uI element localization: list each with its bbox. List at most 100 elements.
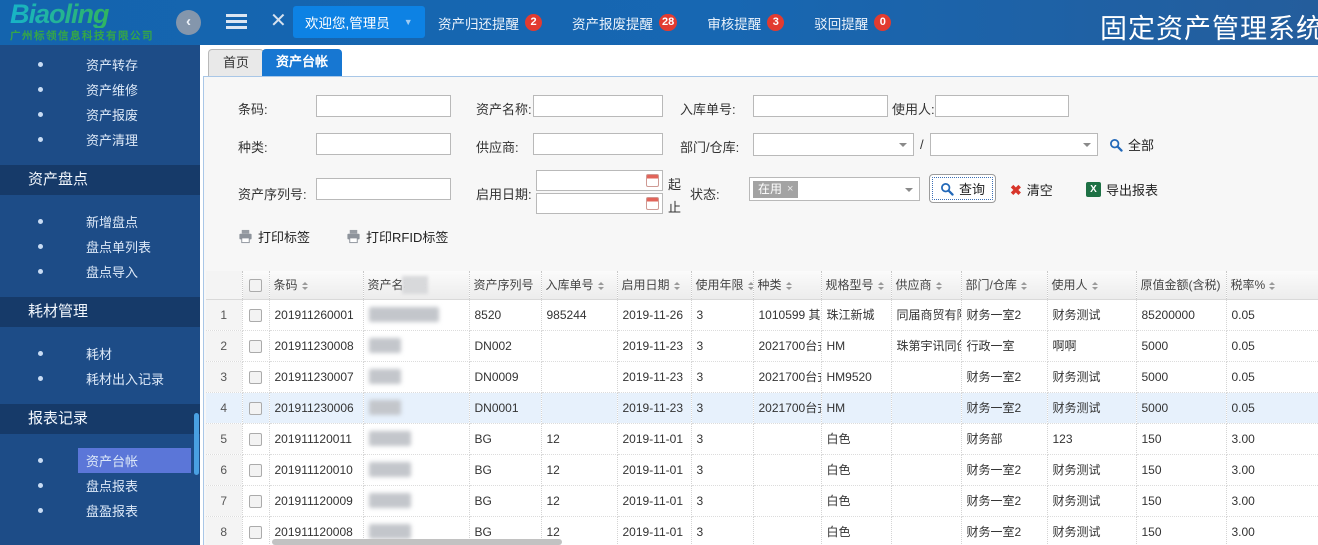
- bullet-icon: [38, 376, 43, 381]
- column-header-7[interactable]: 规格型号: [821, 271, 891, 299]
- sidebar-item-inventory-list[interactable]: 盘点单列表: [0, 234, 200, 259]
- sidebar-item-consumable[interactable]: 耗材: [0, 341, 200, 366]
- app-title: 固定资产管理系统: [1100, 7, 1318, 46]
- menu-icon[interactable]: [226, 14, 247, 32]
- bullet-icon: [38, 351, 43, 356]
- column-header-10[interactable]: 使用人: [1047, 271, 1136, 299]
- status-tag-label: 在用: [758, 181, 782, 198]
- row-checkbox[interactable]: [249, 340, 262, 353]
- column-header-2[interactable]: 资产序列号: [469, 271, 541, 299]
- row-checkbox[interactable]: [249, 495, 262, 508]
- cell-user: 财务测试: [1047, 392, 1136, 423]
- cell-amount: 5000: [1136, 392, 1226, 423]
- table-row[interactable]: 120191126000185209852442019-11-263101059…: [206, 299, 1318, 330]
- barcode-input[interactable]: [316, 95, 451, 117]
- clear-button[interactable]: ✖ 清空: [1010, 180, 1053, 199]
- row-checkbox-cell: [242, 485, 269, 516]
- table-row[interactable]: 2201911230008DN0022019-11-2332021700台式HM…: [206, 330, 1318, 361]
- column-header-8[interactable]: 供应商: [891, 271, 961, 299]
- print-label-button[interactable]: 打印标签: [238, 227, 310, 246]
- sort-icon: [1092, 279, 1098, 293]
- sidebar-scrollbar[interactable]: [194, 413, 199, 475]
- query-button[interactable]: 查询: [929, 174, 996, 203]
- column-header-6[interactable]: 种类: [753, 271, 821, 299]
- cell-tax: 3.00: [1226, 454, 1318, 485]
- column-header-5[interactable]: 使用年限: [691, 271, 753, 299]
- notification-reject[interactable]: 驳回提醒 0: [814, 13, 891, 33]
- inbound-no-input[interactable]: [753, 95, 888, 117]
- tab-home[interactable]: 首页: [208, 49, 264, 76]
- column-header-11[interactable]: 原值金额(含税): [1136, 271, 1226, 299]
- column-header-9[interactable]: 部门/仓库: [961, 271, 1047, 299]
- sidebar-item-asset-scrap[interactable]: 资产报废: [0, 102, 200, 127]
- supplier-label: 供应商:: [476, 137, 519, 156]
- print-rfid-button[interactable]: 打印RFID标签: [346, 227, 448, 246]
- cell-category: 2021700台式: [753, 392, 821, 423]
- sidebar-section-reports[interactable]: 报表记录: [0, 404, 200, 434]
- supplier-input[interactable]: [533, 133, 663, 155]
- row-checkbox[interactable]: [249, 371, 262, 384]
- horizontal-scrollbar[interactable]: [272, 539, 562, 545]
- welcome-dropdown[interactable]: 欢迎您,管理员 ▼: [293, 6, 425, 38]
- row-checkbox-cell: [242, 299, 269, 330]
- close-icon[interactable]: ✕: [270, 8, 287, 33]
- row-checkbox[interactable]: [249, 402, 262, 415]
- column-header-4[interactable]: 启用日期: [617, 271, 691, 299]
- cell-category: 2021700台式: [753, 361, 821, 392]
- sidebar-item-new-inventory[interactable]: 新增盘点: [0, 209, 200, 234]
- row-number: 7: [206, 485, 242, 516]
- export-button[interactable]: X 导出报表: [1086, 180, 1158, 199]
- sidebar-item-inventory-report[interactable]: 盘点报表: [0, 473, 200, 498]
- cell-model: 白色: [821, 485, 891, 516]
- column-header-1[interactable]: 资产名称: [363, 271, 469, 299]
- table-row[interactable]: 7201911120009BG122019-11-013白色财务一室2财务测试1…: [206, 485, 1318, 516]
- export-label: 导出报表: [1106, 180, 1158, 199]
- column-header-3[interactable]: 入库单号: [541, 271, 617, 299]
- row-checkbox[interactable]: [249, 464, 262, 477]
- warehouse-select[interactable]: [930, 133, 1098, 156]
- column-header-12[interactable]: 税率%: [1226, 271, 1318, 299]
- start-date-from-input[interactable]: [536, 170, 663, 191]
- notification-audit[interactable]: 审核提醒 3: [707, 13, 784, 33]
- sidebar-item-asset-ledger[interactable]: 资产台帐: [0, 448, 200, 473]
- sidebar-item-inventory-import[interactable]: 盘点导入: [0, 259, 200, 284]
- all-search-button[interactable]: 全部: [1109, 135, 1154, 154]
- sidebar-section-consumables[interactable]: 耗材管理: [0, 297, 200, 327]
- table-row[interactable]: 3201911230007DN00092019-11-2332021700台式H…: [206, 361, 1318, 392]
- notification-asset-return[interactable]: 资产归还提醒 2: [438, 13, 542, 33]
- sidebar-item-asset-clean[interactable]: 资产清理: [0, 127, 200, 152]
- serial-input[interactable]: [316, 178, 451, 200]
- dept-warehouse-label: 部门/仓库:: [680, 137, 739, 156]
- table-row[interactable]: 5201911120011BG122019-11-013白色财务部1231503…: [206, 423, 1318, 454]
- column-header-0[interactable]: 条码: [269, 271, 363, 299]
- row-checkbox[interactable]: [249, 433, 262, 446]
- dept-select[interactable]: [753, 133, 914, 156]
- start-date-to-input[interactable]: [536, 193, 663, 214]
- bullet-icon: [38, 483, 43, 488]
- tab-asset-ledger[interactable]: 资产台帐: [262, 49, 342, 76]
- category-input[interactable]: [316, 133, 451, 155]
- asset-name-input[interactable]: [533, 95, 663, 117]
- calendar-icon[interactable]: [646, 174, 659, 187]
- cell-name: [363, 299, 469, 330]
- sidebar-item-consumable-io[interactable]: 耗材出入记录: [0, 366, 200, 391]
- row-checkbox[interactable]: [249, 526, 262, 539]
- status-multiselect[interactable]: 在用 ×: [749, 177, 920, 201]
- sidebar-collapse-button[interactable]: ‹: [176, 10, 201, 35]
- sidebar-item-asset-repair[interactable]: 资产维修: [0, 77, 200, 102]
- cell-years: 3: [691, 299, 753, 330]
- tag-remove-icon[interactable]: ×: [787, 181, 793, 198]
- notification-asset-scrap[interactable]: 资产报废提醒 28: [572, 13, 677, 33]
- user-label: 使用人:: [892, 99, 935, 118]
- user-input[interactable]: [935, 95, 1069, 117]
- cell-amount: 150: [1136, 516, 1226, 545]
- calendar-icon[interactable]: [646, 197, 659, 210]
- table-row[interactable]: 6201911120010BG122019-11-013白色财务一室2财务测试1…: [206, 454, 1318, 485]
- sidebar-section-inventory[interactable]: 资产盘点: [0, 165, 200, 195]
- row-checkbox[interactable]: [249, 309, 262, 322]
- sidebar-item-surplus-report[interactable]: 盘盈报表: [0, 498, 200, 523]
- select-all-checkbox[interactable]: [249, 279, 262, 292]
- sidebar-item-asset-transfer[interactable]: 资产转存: [0, 52, 200, 77]
- sort-icon: [786, 279, 792, 293]
- table-row[interactable]: 4201911230006DN00012019-11-2332021700台式H…: [206, 392, 1318, 423]
